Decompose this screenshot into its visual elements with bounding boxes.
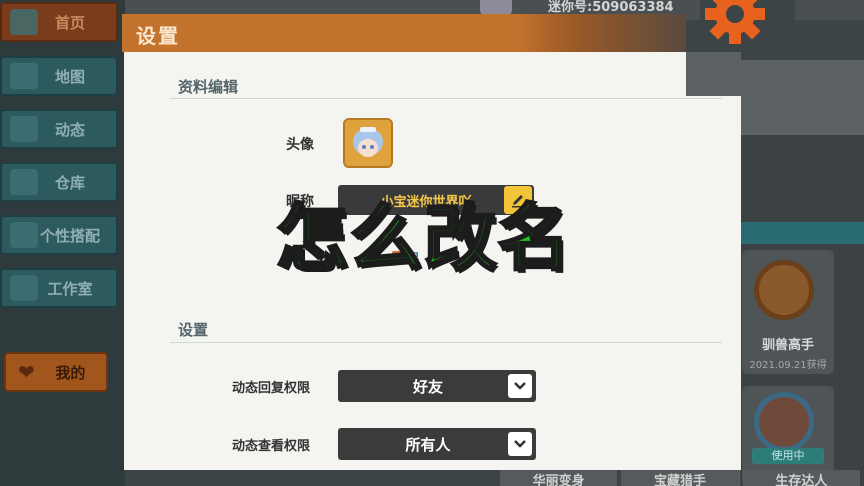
badge-date: 2021.09.21获得 — [749, 360, 827, 371]
avatar-label: 头像 — [286, 137, 314, 153]
divider — [170, 342, 722, 343]
reply-permission-select[interactable]: 好友 — [338, 370, 536, 402]
mine-button[interactable]: ❤ 我的 — [4, 352, 108, 392]
sidebar-item-outfit[interactable]: 个性搭配 — [0, 215, 118, 255]
sidebar: 首页 地图 动态 仓库 个性搭配 工作室 ❤ 我的 — [0, 0, 125, 486]
badge-label: 华丽变身 — [500, 470, 618, 486]
badge-icon — [754, 260, 814, 320]
badge-labels: 华丽变身 宝藏猎手 生存达人 — [500, 470, 864, 486]
warehouse-icon — [10, 169, 38, 195]
sidebar-item-label: 动态 — [54, 120, 85, 139]
badge-name: 驯兽高手 — [761, 338, 814, 353]
profile-section-title: 资料编辑 — [178, 78, 239, 96]
view-permission-value: 所有人 — [405, 435, 451, 454]
sidebar-item-label: 地图 — [54, 67, 85, 86]
sidebar-item-label: 工作室 — [47, 279, 93, 298]
view-permission-select[interactable]: 所有人 — [338, 428, 536, 460]
sidebar-item-map[interactable]: 地图 — [0, 56, 118, 96]
reply-permission-label: 动态回复权限 — [232, 381, 311, 396]
divider — [170, 98, 722, 99]
chevron-down-icon — [508, 374, 532, 398]
dialog-title: 设置 — [136, 24, 180, 48]
dialog-header — [122, 14, 686, 52]
in-use-badge: 使用中 — [752, 448, 824, 464]
outfit-icon — [10, 222, 38, 248]
mini-id: 迷你号:509063384 — [548, 0, 674, 15]
badge-label: 宝藏猎手 — [621, 470, 739, 486]
sidebar-item-home[interactable]: 首页 — [0, 2, 118, 42]
home-icon — [10, 9, 38, 35]
badge-label: 生存达人 — [742, 470, 860, 486]
studio-icon — [10, 275, 38, 301]
overlay-caption: 怎么改名 — [274, 196, 573, 280]
feed-icon — [10, 116, 38, 142]
sidebar-item-label: 个性搭配 — [39, 226, 100, 245]
sidebar-item-warehouse[interactable]: 仓库 — [0, 162, 118, 202]
sidebar-item-label: 仓库 — [54, 173, 85, 192]
chevron-down-icon — [508, 432, 532, 456]
heart-icon: ❤ — [18, 360, 35, 384]
badge-tab[interactable] — [740, 222, 864, 244]
sidebar-item-feed[interactable]: 动态 — [0, 109, 118, 149]
dialog-edge — [686, 52, 741, 96]
avatar[interactable] — [343, 118, 393, 168]
avatar-image — [345, 120, 391, 166]
badge-icon — [754, 392, 814, 452]
sidebar-item-label: 首页 — [54, 13, 85, 32]
map-icon — [10, 63, 38, 89]
settings-section-title: 设置 — [178, 321, 209, 339]
sidebar-item-studio[interactable]: 工作室 — [0, 268, 118, 308]
mine-label: 我的 — [55, 363, 86, 382]
reply-permission-value: 好友 — [412, 377, 443, 396]
view-permission-label: 动态查看权限 — [232, 439, 311, 454]
